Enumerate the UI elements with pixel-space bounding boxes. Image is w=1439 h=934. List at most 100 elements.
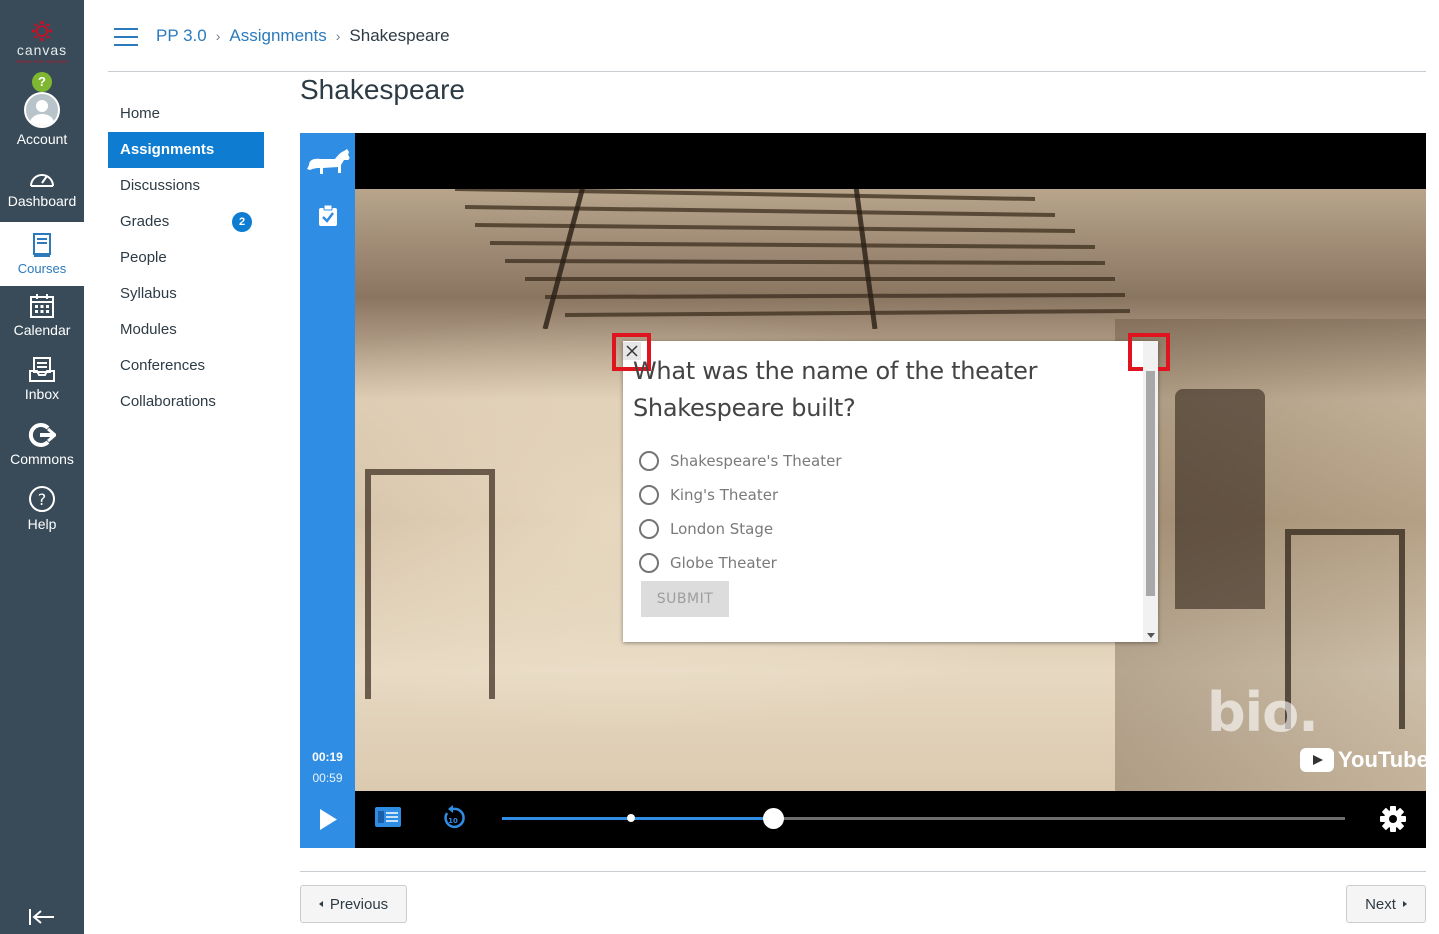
previous-button[interactable]: Previous xyxy=(300,885,407,923)
global-nav-calendar[interactable]: Calendar xyxy=(0,293,84,345)
play-icon xyxy=(320,809,337,830)
global-nav-help[interactable]: ? Help xyxy=(0,485,84,537)
progress-fill xyxy=(502,817,774,820)
course-nav-discussions[interactable]: Discussions xyxy=(108,168,264,204)
dashboard-icon xyxy=(30,174,54,187)
course-nav-modules[interactable]: Modules xyxy=(108,312,264,348)
global-nav-courses[interactable]: Courses xyxy=(0,222,84,286)
youtube-logo-text: YouTube xyxy=(1338,747,1426,772)
svg-text:?: ? xyxy=(38,490,47,509)
question-text: What was the name of the theater Shakesp… xyxy=(633,357,1038,422)
canvas-logo-subtext: PRESS FOR TEACHER xyxy=(16,59,68,64)
course-nav-grades-label: Grades xyxy=(120,213,170,230)
progress-track[interactable] xyxy=(502,808,1345,829)
canvas-logo[interactable]: canvas PRESS FOR TEACHER xyxy=(0,20,84,64)
global-nav-help-label: Help xyxy=(27,516,57,532)
commons-icon xyxy=(28,423,56,447)
course-nav-syllabus[interactable]: Syllabus xyxy=(108,276,264,312)
answer-option-label: Globe Theater xyxy=(670,554,777,572)
caret-right-icon xyxy=(1402,901,1407,907)
footer-divider xyxy=(300,871,1426,872)
global-nav-inbox[interactable]: Inbox xyxy=(0,357,84,409)
help-icon: ? xyxy=(29,486,55,512)
breadcrumb-current: Shakespeare xyxy=(349,26,450,45)
breadcrumb: PP 3.0 › Assignments › Shakespeare xyxy=(156,24,450,48)
canvas-logo-icon xyxy=(31,20,53,42)
global-nav-account[interactable]: Account xyxy=(0,92,84,152)
course-nav: Home Assignments Discussions Grades 2 Pe… xyxy=(108,96,264,420)
clipboard-check-icon[interactable] xyxy=(318,205,338,227)
answer-options: Shakespeare's Theater King's Theater Lon… xyxy=(639,444,842,580)
course-nav-people[interactable]: People xyxy=(108,240,264,276)
youtube-play-icon xyxy=(1300,748,1334,772)
video-frame[interactable]: bio. YouTube What was the name of the th… xyxy=(355,189,1426,791)
course-menu-toggle-icon[interactable] xyxy=(114,28,138,46)
previous-button-label: Previous xyxy=(329,895,389,913)
youtube-logo[interactable]: YouTube xyxy=(1300,747,1426,773)
course-nav-grades[interactable]: Grades 2 xyxy=(108,204,264,240)
inbox-icon xyxy=(29,357,55,382)
radio-icon[interactable] xyxy=(639,485,659,505)
answer-option[interactable]: Shakespeare's Theater xyxy=(639,444,842,478)
answer-option[interactable]: King's Theater xyxy=(639,478,842,512)
settings-gear-icon[interactable] xyxy=(1379,805,1407,833)
collapse-nav-icon[interactable] xyxy=(28,908,56,926)
answer-option-label: London Stage xyxy=(670,520,774,538)
duration-time: 00:59 xyxy=(312,771,343,785)
grades-count-badge: 2 xyxy=(232,212,252,232)
global-nav-commons[interactable]: Commons xyxy=(0,422,84,474)
global-nav-inbox-label: Inbox xyxy=(24,386,60,402)
global-nav-dashboard[interactable]: Dashboard xyxy=(0,168,84,220)
bio-watermark: bio. xyxy=(1207,681,1319,744)
avatar-icon xyxy=(24,92,60,128)
courses-icon xyxy=(33,233,51,257)
play-button[interactable] xyxy=(300,791,355,848)
course-nav-assignments[interactable]: Assignments xyxy=(108,132,264,168)
captions-icon[interactable] xyxy=(375,807,401,827)
answer-option-label: Shakespeare's Theater xyxy=(670,452,842,470)
breadcrumb-separator: › xyxy=(215,28,221,44)
breadcrumb-assignments-link[interactable]: Assignments xyxy=(229,26,326,46)
page-title: Shakespeare xyxy=(300,74,466,105)
scrollbar-thumb[interactable] xyxy=(1146,371,1155,596)
global-nav-commons-label: Commons xyxy=(10,451,74,467)
progress-handle[interactable] xyxy=(763,808,785,829)
caret-left-icon xyxy=(318,901,323,907)
edpuzzle-dog-icon xyxy=(307,149,350,174)
player-controls: 10 xyxy=(355,791,1426,848)
question-marker[interactable] xyxy=(626,814,635,822)
submit-answer-button[interactable]: SUBMIT xyxy=(641,581,729,617)
canvas-logo-text: canvas xyxy=(16,42,68,58)
question-overlay: What was the name of the theater Shakesp… xyxy=(612,333,1170,642)
course-nav-home[interactable]: Home xyxy=(108,96,264,132)
course-nav-collaborations[interactable]: Collaborations xyxy=(108,384,264,420)
rewind-10-icon[interactable]: 10 xyxy=(441,804,465,830)
scroll-down-icon[interactable] xyxy=(1147,633,1155,638)
radio-icon[interactable] xyxy=(639,553,659,573)
global-nav-courses-label: Courses xyxy=(17,261,67,276)
next-button[interactable]: Next xyxy=(1346,885,1426,923)
course-nav-conferences[interactable]: Conferences xyxy=(108,348,264,384)
video-scene-chair xyxy=(365,469,495,699)
header-divider xyxy=(108,71,1426,72)
breadcrumb-course-link[interactable]: PP 3.0 xyxy=(156,26,207,46)
breadcrumb-separator: › xyxy=(335,28,341,44)
radio-icon[interactable] xyxy=(639,519,659,539)
video-scene-roof xyxy=(454,189,1131,329)
current-time: 00:19 xyxy=(312,750,343,764)
global-nav-dashboard-label: Dashboard xyxy=(7,193,77,209)
player-side-panel: 00:19 00:59 xyxy=(300,133,355,848)
global-nav: canvas PRESS FOR TEACHER ? Account Dashb… xyxy=(0,0,84,934)
answer-option[interactable]: London Stage xyxy=(639,512,842,546)
calendar-icon xyxy=(30,294,54,318)
global-nav-account-label: Account xyxy=(16,131,68,147)
answer-option-label: King's Theater xyxy=(670,486,779,504)
svg-text:10: 10 xyxy=(448,817,458,825)
radio-icon[interactable] xyxy=(639,451,659,471)
question-scrollbar[interactable] xyxy=(1143,341,1158,642)
global-nav-calendar-label: Calendar xyxy=(13,322,71,338)
next-button-label: Next xyxy=(1365,895,1396,913)
answer-option[interactable]: Globe Theater xyxy=(639,546,842,580)
video-player: 00:19 00:59 bio. YouTube What was the na… xyxy=(300,133,1426,848)
help-badge[interactable]: ? xyxy=(32,72,52,92)
